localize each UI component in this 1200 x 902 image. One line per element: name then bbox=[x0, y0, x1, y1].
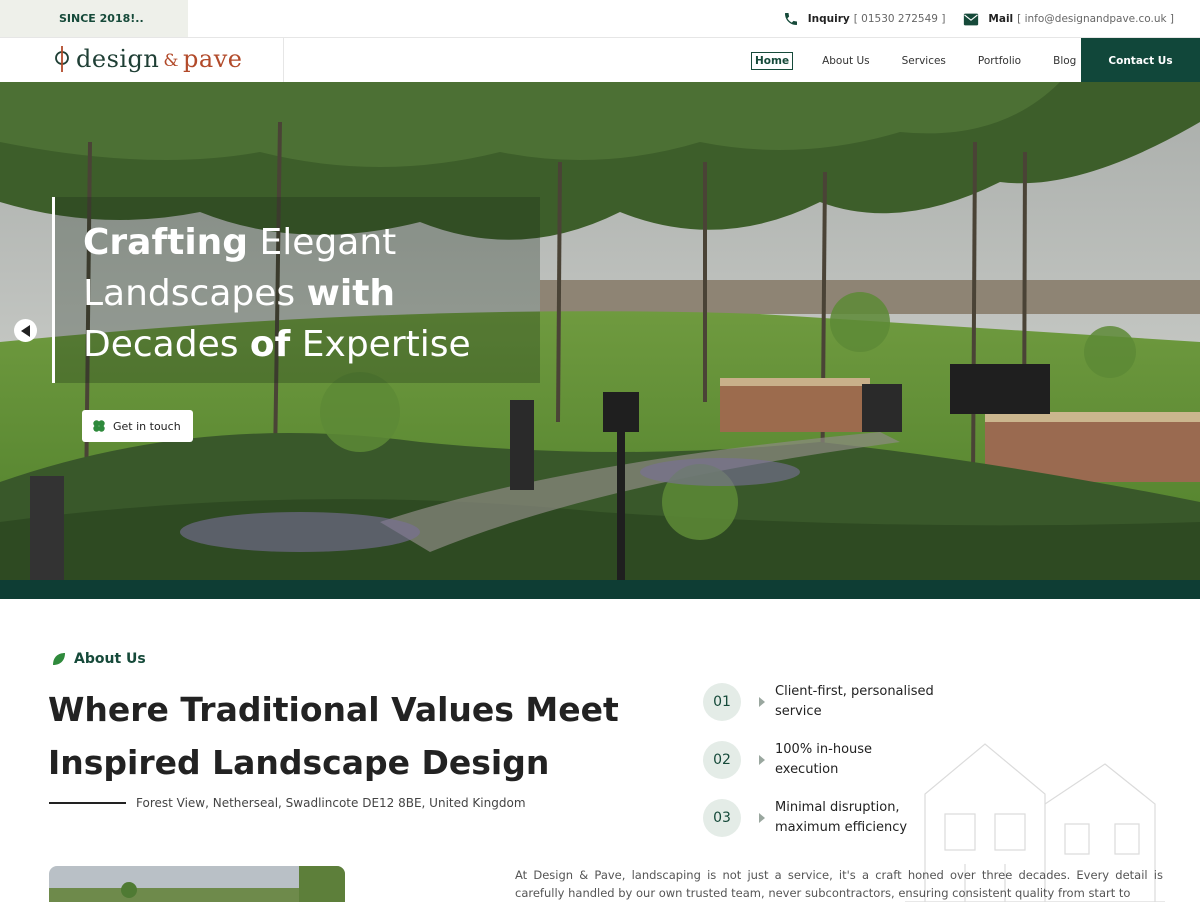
hero-line-3-normal: Decades bbox=[83, 324, 250, 365]
nav-services[interactable]: Services bbox=[899, 53, 949, 69]
about-label-text: About Us bbox=[74, 651, 146, 667]
about-title-line-1: Where Traditional Values Meet bbox=[48, 690, 619, 729]
chevron-left-icon bbox=[20, 324, 30, 337]
features-list: 01 Client-first, personalised service 02… bbox=[703, 683, 955, 857]
clover-icon bbox=[93, 420, 105, 432]
feature-arrow-icon bbox=[759, 697, 765, 707]
logo-container[interactable]: design & pave bbox=[0, 38, 284, 83]
feature-number: 01 bbox=[703, 683, 741, 721]
nav-home[interactable]: Home bbox=[751, 52, 794, 70]
hero-line-3-rest: Expertise bbox=[290, 324, 471, 365]
main-nav: Home About Us Services Portfolio Blog bbox=[751, 52, 1105, 70]
feature-item: 02 100% in-house execution bbox=[703, 741, 955, 779]
logo-design-text: design bbox=[76, 45, 160, 73]
phone-value: [ 01530 272549 ] bbox=[853, 13, 946, 25]
hero-line-3-bold: of bbox=[249, 324, 291, 365]
get-in-touch-label: Get in touch bbox=[113, 419, 181, 433]
phone-contact[interactable]: Inquiry [ 01530 272549 ] bbox=[783, 11, 946, 27]
feature-arrow-icon bbox=[759, 813, 765, 823]
slider-prev-button[interactable] bbox=[14, 319, 37, 342]
about-photo bbox=[49, 866, 345, 902]
address-text: Forest View, Netherseal, Swadlincote DE1… bbox=[136, 796, 526, 810]
feature-number: 03 bbox=[703, 799, 741, 837]
feature-text-line-1: Client-first, personalised bbox=[775, 684, 934, 699]
feature-text-line-2: execution bbox=[775, 762, 839, 777]
feature-number: 02 bbox=[703, 741, 741, 779]
hero-line-3: Decades of Expertise bbox=[83, 319, 540, 370]
phone-label: Inquiry bbox=[807, 13, 850, 25]
logo-pave-text: pave bbox=[183, 45, 243, 73]
address-line: Forest View, Netherseal, Swadlincote DE1… bbox=[49, 796, 526, 810]
hero-line-2-normal: Landscapes bbox=[83, 273, 307, 314]
hero-line-2: Landscapes with bbox=[83, 268, 540, 319]
about-title-line-2: Inspired Landscape Design bbox=[48, 743, 550, 782]
feature-text-line-2: maximum efficiency bbox=[775, 820, 908, 835]
feature-text: Minimal disruption, maximum efficiency bbox=[775, 798, 955, 838]
nav-about-us[interactable]: About Us bbox=[819, 53, 873, 69]
feature-text-line-1: Minimal disruption, bbox=[775, 800, 900, 815]
feature-arrow-icon bbox=[759, 755, 765, 765]
feature-item: 03 Minimal disruption, maximum efficienc… bbox=[703, 799, 955, 837]
contact-us-button[interactable]: Contact Us bbox=[1081, 38, 1200, 83]
hero-line-1-bold: Crafting bbox=[83, 222, 249, 263]
mail-icon bbox=[964, 13, 979, 25]
contact-info: Inquiry [ 01530 272549 ] Mail [ info@des… bbox=[765, 11, 1174, 27]
logo[interactable]: design & pave bbox=[54, 44, 242, 74]
feature-text: Client-first, personalised service bbox=[775, 682, 955, 722]
hero-line-1: Crafting Elegant bbox=[83, 217, 540, 268]
top-bar: SINCE 2018!.. Inquiry [ 01530 272549 ] M… bbox=[0, 0, 1200, 37]
mail-label: Mail bbox=[988, 13, 1014, 25]
feature-text: 100% in-house execution bbox=[775, 740, 955, 780]
get-in-touch-button[interactable]: Get in touch bbox=[82, 410, 193, 442]
hero-headline: Crafting Elegant Landscapes with Decades… bbox=[52, 197, 540, 383]
phone-icon bbox=[784, 13, 797, 25]
since-badge: SINCE 2018!.. bbox=[0, 0, 188, 37]
hero-line-2-bold: with bbox=[306, 273, 396, 314]
hero-line-1-rest: Elegant bbox=[248, 222, 397, 263]
logo-mark-icon bbox=[55, 46, 69, 72]
nav-blog[interactable]: Blog bbox=[1050, 53, 1079, 69]
leaf-icon bbox=[53, 652, 65, 665]
about-paragraph: At Design & Pave, landscaping is not jus… bbox=[515, 868, 1163, 900]
hero-banner: Crafting Elegant Landscapes with Decades… bbox=[0, 82, 1200, 580]
logo-amp-text: & bbox=[163, 51, 180, 71]
feature-text-line-2: service bbox=[775, 704, 822, 719]
mail-value: [ info@designandpave.co.uk ] bbox=[1017, 13, 1174, 25]
feature-item: 01 Client-first, personalised service bbox=[703, 683, 955, 721]
nav-portfolio[interactable]: Portfolio bbox=[975, 53, 1024, 69]
about-image bbox=[49, 866, 345, 902]
mail-contact[interactable]: Mail [ info@designandpave.co.uk ] bbox=[963, 13, 1174, 26]
feature-text-line-1: 100% in-house bbox=[775, 742, 873, 757]
site-header: design & pave Home About Us Services Por… bbox=[0, 37, 1200, 83]
hero-bottom-band bbox=[0, 580, 1200, 599]
about-section-label: About Us bbox=[51, 651, 146, 667]
address-divider bbox=[49, 802, 126, 804]
about-title: Where Traditional Values Meet Inspired L… bbox=[48, 683, 648, 789]
